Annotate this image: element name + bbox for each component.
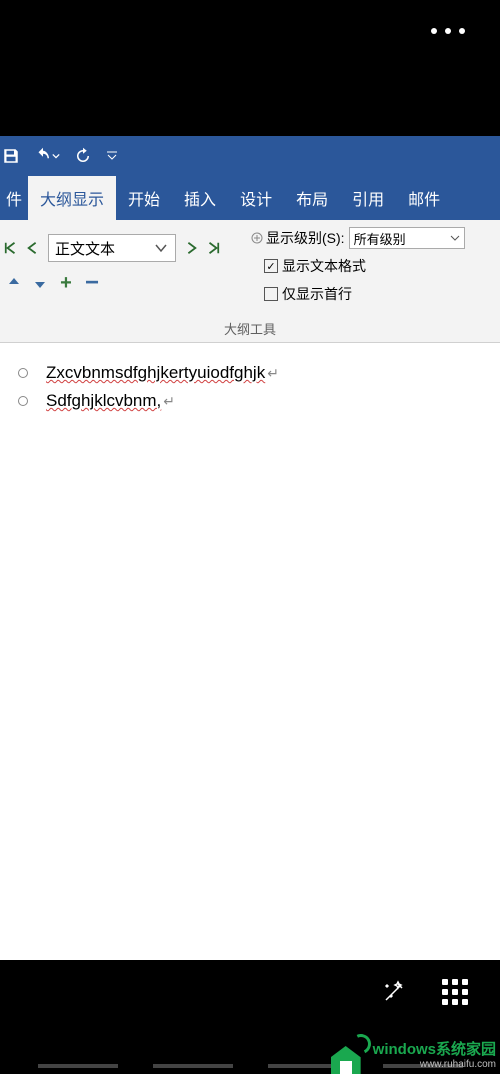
bottom-bar: windows系统家园 www.ruhaifu.com <box>0 960 500 1074</box>
paragraph-mark-icon: ↵ <box>267 365 279 382</box>
nav-indicator[interactable] <box>38 1064 118 1068</box>
paragraph-mark-icon: ↵ <box>163 393 175 410</box>
tab-insert[interactable]: 插入 <box>172 176 228 220</box>
demote-icon[interactable] <box>180 234 202 262</box>
document-area[interactable]: Zxcvbnmsdfghjkertyuiodfghjk ↵ Sdfghjklcv… <box>0 343 500 415</box>
outline-item[interactable]: Sdfghjklcvbnm, ↵ <box>0 387 500 415</box>
ribbon-tabs: 件 大纲显示 开始 插入 设计 布局 引用 邮件 <box>0 176 500 220</box>
outline-item[interactable]: Zxcvbnmsdfghjkertyuiodfghjk ↵ <box>0 359 500 387</box>
tab-references[interactable]: 引用 <box>340 176 396 220</box>
chevron-down-icon <box>450 233 460 243</box>
qat-customize-icon[interactable] <box>106 150 118 162</box>
tab-layout[interactable]: 布局 <box>284 176 340 220</box>
expand-all-icon[interactable] <box>250 231 264 245</box>
app-grid-icon[interactable] <box>442 978 468 1006</box>
collapse-icon[interactable]: − <box>82 273 102 293</box>
promote-top-icon[interactable] <box>0 234 22 262</box>
watermark: windows系统家园 www.ruhaifu.com <box>327 1032 500 1074</box>
ribbon-panel: 正文文本 显示级别(S): 所有级别 显示文本格式 仅显示首行 <box>0 220 500 343</box>
watermark-text: windows系统家园 <box>373 1038 496 1059</box>
watermark-url: www.ruhaifu.com <box>373 1059 496 1070</box>
expand-icon[interactable]: + <box>56 273 76 293</box>
outline-options: 显示级别(S): 所有级别 显示文本格式 仅显示首行 <box>250 224 465 308</box>
show-formatting-checkbox[interactable] <box>264 259 278 273</box>
more-menu-icon[interactable] <box>431 28 465 34</box>
move-down-icon[interactable] <box>30 273 50 293</box>
ribbon-group-label: 大纲工具 <box>0 319 500 338</box>
chevron-down-icon <box>153 240 169 256</box>
redo-icon[interactable] <box>74 147 92 165</box>
show-levels-label: 显示级别(S): <box>266 228 345 248</box>
tab-mailings[interactable]: 邮件 <box>396 176 452 220</box>
show-first-line-label: 仅显示首行 <box>282 284 352 304</box>
move-up-icon[interactable] <box>4 273 24 293</box>
demote-body-icon[interactable] <box>202 234 224 262</box>
show-levels-select[interactable]: 所有级别 <box>349 227 465 249</box>
show-formatting-label: 显示文本格式 <box>282 256 366 276</box>
nav-indicator[interactable] <box>153 1064 233 1068</box>
show-first-line-checkbox[interactable] <box>264 287 278 301</box>
wand-icon[interactable] <box>380 978 408 1006</box>
outline-bullet-icon <box>18 368 28 378</box>
tab-home[interactable]: 开始 <box>116 176 172 220</box>
tab-design[interactable]: 设计 <box>228 176 284 220</box>
outline-bullet-icon <box>18 396 28 406</box>
document-text[interactable]: Sdfghjklcvbnm, <box>46 391 161 411</box>
top-status-bar <box>0 0 500 136</box>
tab-file[interactable]: 件 <box>0 176 28 220</box>
undo-icon[interactable] <box>34 147 60 165</box>
watermark-logo-icon <box>327 1032 373 1074</box>
document-text[interactable]: Zxcvbnmsdfghjkertyuiodfghjk <box>46 363 265 383</box>
show-levels-value: 所有级别 <box>354 229 406 248</box>
outline-level-select[interactable]: 正文文本 <box>48 234 176 262</box>
tab-outline[interactable]: 大纲显示 <box>28 176 116 220</box>
promote-icon[interactable] <box>22 234 44 262</box>
level-select-value: 正文文本 <box>55 238 115 259</box>
save-icon[interactable] <box>2 147 20 165</box>
quick-access-toolbar <box>0 136 500 176</box>
